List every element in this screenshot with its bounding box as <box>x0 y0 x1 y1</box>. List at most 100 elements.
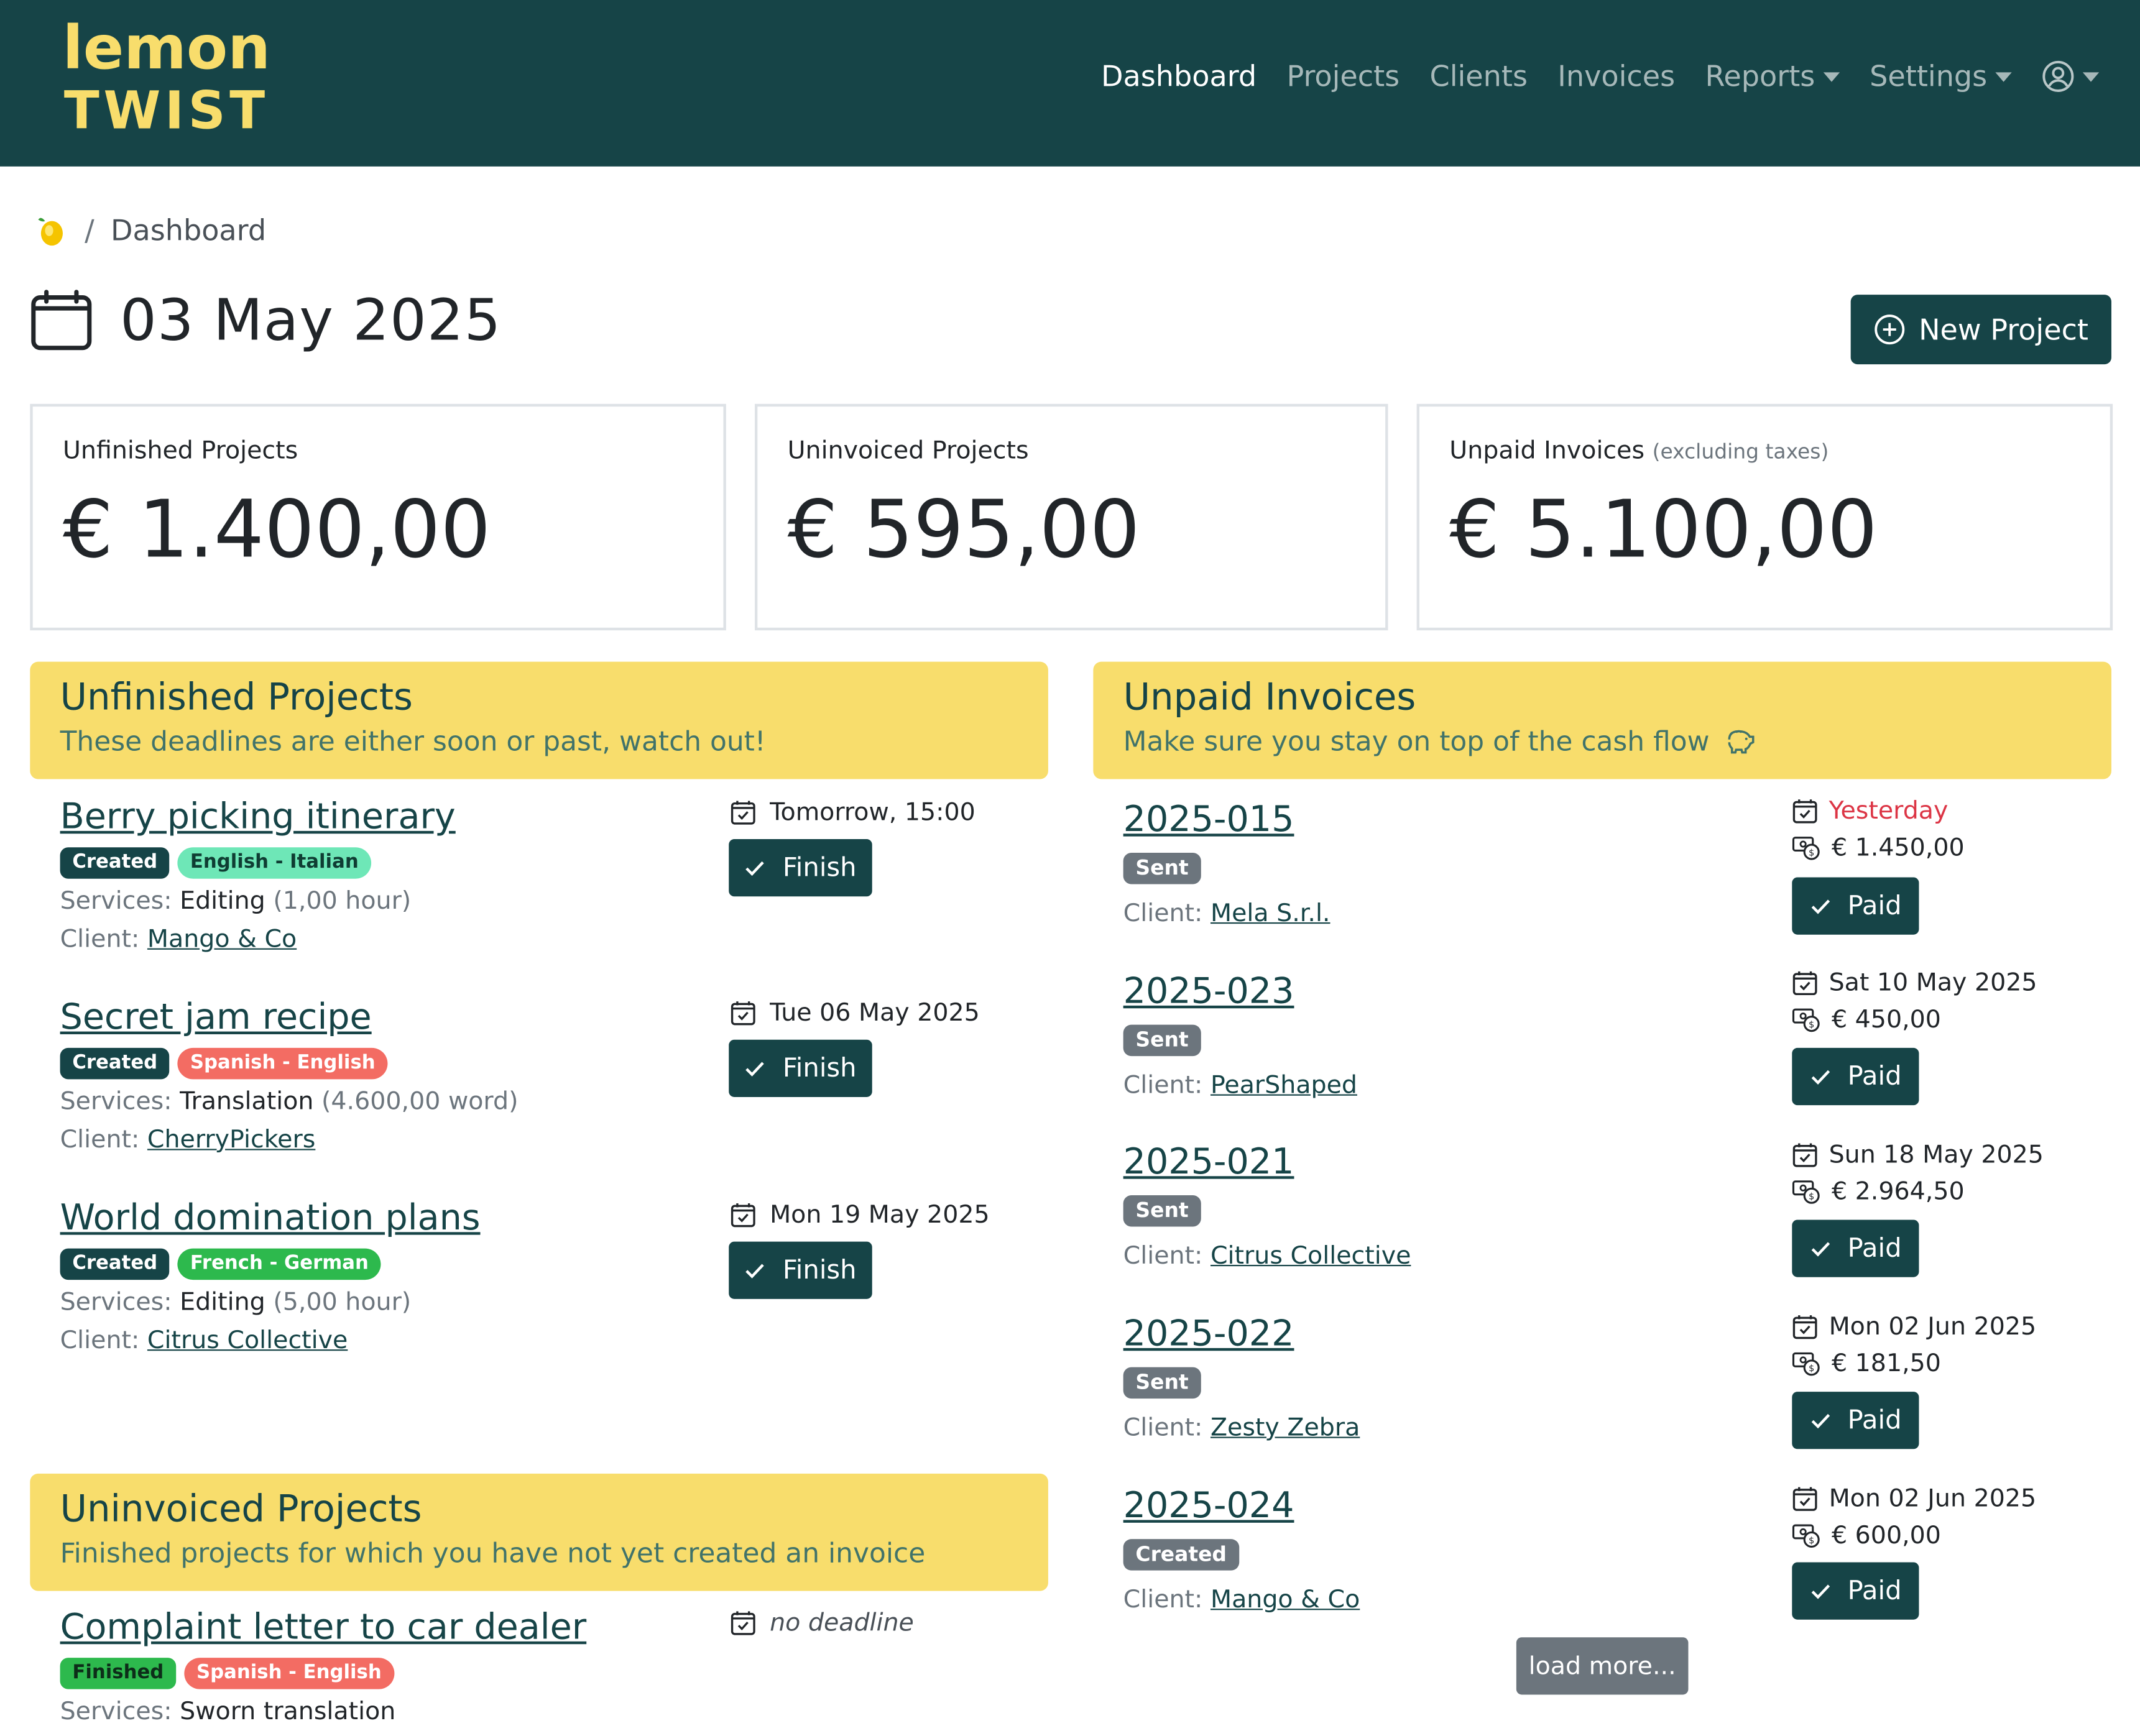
service-amount: (4.600,00 word) <box>321 1087 519 1116</box>
nav-settings-dropdown[interactable]: Settings <box>1870 60 2012 93</box>
finish-button[interactable]: Finish <box>729 839 872 897</box>
calendar-check-icon <box>1792 971 1817 996</box>
nav-projects[interactable]: Projects <box>1286 60 1400 93</box>
svg-text:$: $ <box>1809 1019 1814 1030</box>
due-text: Mon 02 Jun 2025 <box>1829 1484 2037 1513</box>
stat-label-text: Unfinished Projects <box>62 436 298 466</box>
nav-clients-label: Clients <box>1429 60 1528 93</box>
status-badge: Sent <box>1123 1195 1201 1227</box>
invoice-number-link[interactable]: 2025-015 <box>1123 798 1779 842</box>
lemon-icon[interactable] <box>33 213 68 248</box>
language-badge: French - German <box>178 1248 381 1280</box>
service-name: Editing <box>180 1288 265 1317</box>
calendar-icon <box>31 289 92 350</box>
paid-button[interactable]: Paid <box>1792 1562 1919 1620</box>
invoice-item: 2025-022 Sent Client: Zesty Zebra <box>1123 1313 1779 1448</box>
calendar-check-icon <box>1792 1487 1817 1511</box>
language-badge: Spanish - English <box>184 1658 394 1689</box>
app-logo[interactable]: lemon TWIST <box>52 14 281 137</box>
deadline-text: Tomorrow, 15:00 <box>770 798 975 827</box>
invoice-number-link[interactable]: 2025-023 <box>1123 970 1779 1014</box>
calendar-check-icon <box>731 1203 755 1228</box>
amount-text: € 2.964,50 <box>1831 1177 1965 1206</box>
invoice-number-link[interactable]: 2025-021 <box>1123 1141 1779 1184</box>
caret-down-icon <box>2082 71 2100 81</box>
paid-label: Paid <box>1847 1576 1902 1606</box>
cash-coin-icon: $ <box>1792 837 1820 860</box>
project-client: Client: Mango & Co <box>60 921 1043 959</box>
paid-button[interactable]: Paid <box>1792 1392 1919 1449</box>
status-badge: Created <box>60 847 170 879</box>
nav-dashboard-label: Dashboard <box>1101 60 1257 93</box>
load-more-button[interactable]: load more... <box>1516 1637 1689 1695</box>
new-project-label: New Project <box>1919 313 2089 346</box>
status-badge: Sent <box>1123 853 1201 884</box>
project-services: Services: Translation (4.600,00 word) <box>60 1083 1043 1121</box>
due-text: Yesterday <box>1829 796 1949 826</box>
nav-dashboard[interactable]: Dashboard <box>1101 60 1257 93</box>
calendar-check-icon <box>731 801 755 825</box>
client-link[interactable]: Citrus Collective <box>1211 1242 1411 1270</box>
project-services: Services: Editing (1,00 hour) <box>60 883 1043 921</box>
project-services: Services: Editing (5,00 hour) <box>60 1284 1043 1322</box>
nav-user-dropdown[interactable] <box>2042 60 2100 93</box>
invoice-due: Mon 02 Jun 2025 <box>1792 1308 2036 1345</box>
calendar-check-icon <box>1792 1315 1817 1339</box>
nav-clients[interactable]: Clients <box>1430 60 1528 93</box>
paid-label: Paid <box>1847 1405 1902 1436</box>
client-link[interactable]: Mela S.r.l. <box>1211 899 1331 928</box>
logo-word-top: lemon <box>62 13 270 83</box>
invoice-item: 2025-021 Sent Client: Citrus Collective <box>1123 1141 1779 1275</box>
stat-value: € 1.400,00 <box>62 483 491 576</box>
svg-text:$: $ <box>1809 1192 1814 1202</box>
svg-text:$: $ <box>1809 1363 1814 1374</box>
paid-button[interactable]: Paid <box>1792 1219 1919 1277</box>
page-title: 03 May 2025 <box>120 286 502 354</box>
section-subtitle: Make sure you stay on top of the cash fl… <box>1123 722 2082 760</box>
client-label: Client: <box>60 925 140 954</box>
invoice-number-link[interactable]: 2025-024 <box>1123 1484 1779 1528</box>
invoice-meta: Mon 02 Jun 2025 $ € 181,50 <box>1792 1308 2036 1382</box>
cash-coin-icon: $ <box>1792 1008 1820 1032</box>
nav-reports-dropdown[interactable]: Reports <box>1705 60 1840 93</box>
status-badge: Finished <box>60 1658 177 1689</box>
section-title: Uninvoiced Projects <box>60 1488 422 1532</box>
service-name: Editing <box>180 886 265 916</box>
stat-card-uninvoiced: Uninvoiced Projects € 595,00 <box>754 403 1388 631</box>
load-more-label: load more... <box>1528 1651 1676 1681</box>
nav-invoices[interactable]: Invoices <box>1557 60 1675 93</box>
client-link[interactable]: Zesty Zebra <box>1211 1413 1360 1442</box>
client-link[interactable]: CherryPickers <box>147 1126 315 1154</box>
stat-label: Uninvoiced Projects <box>788 436 1029 465</box>
page-header: 03 May 2025 <box>30 287 501 354</box>
stat-value: € 5.100,00 <box>1449 483 1878 576</box>
invoice-item: 2025-015 Sent Client: Mela S.r.l. <box>1123 798 1779 933</box>
section-subtitle-text: Finished projects for which you have not… <box>60 1536 926 1569</box>
svg-text:$: $ <box>1809 1535 1814 1546</box>
client-link[interactable]: Mango & Co <box>1211 1586 1360 1614</box>
amount-text: € 1.450,00 <box>1831 834 1965 863</box>
invoice-due: Sat 10 May 2025 <box>1792 965 2037 1001</box>
client-link[interactable]: Mango & Co <box>147 925 297 953</box>
calendar-check-icon <box>731 1001 755 1026</box>
new-project-button[interactable]: New Project <box>1850 295 2111 365</box>
client-link[interactable]: PearShaped <box>1211 1071 1357 1100</box>
check-icon <box>746 1062 765 1077</box>
paid-button[interactable]: Paid <box>1792 877 1919 935</box>
language-badge: Spanish - English <box>178 1047 388 1080</box>
invoice-number-link[interactable]: 2025-022 <box>1123 1313 1779 1356</box>
paid-button[interactable]: Paid <box>1792 1047 1919 1106</box>
finish-label: Finish <box>782 853 857 883</box>
section-subtitle-text: Make sure you stay on top of the cash fl… <box>1123 724 1710 758</box>
due-text: Mon 02 Jun 2025 <box>1829 1312 2037 1341</box>
status-badge: Sent <box>1123 1024 1201 1057</box>
client-link[interactable]: Citrus Collective <box>147 1326 348 1355</box>
project-deadline: Tue 06 May 2025 <box>730 999 980 1027</box>
invoice-client: Client: Citrus Collective <box>1123 1238 1779 1275</box>
invoice-due: Mon 02 Jun 2025 <box>1792 1481 2036 1517</box>
invoice-amount: $ € 1.450,00 <box>1792 830 1965 866</box>
cash-coin-icon: $ <box>1792 1180 1820 1204</box>
finish-button[interactable]: Finish <box>729 1241 872 1299</box>
nav-reports-label: Reports <box>1705 60 1815 93</box>
finish-button[interactable]: Finish <box>729 1039 872 1097</box>
